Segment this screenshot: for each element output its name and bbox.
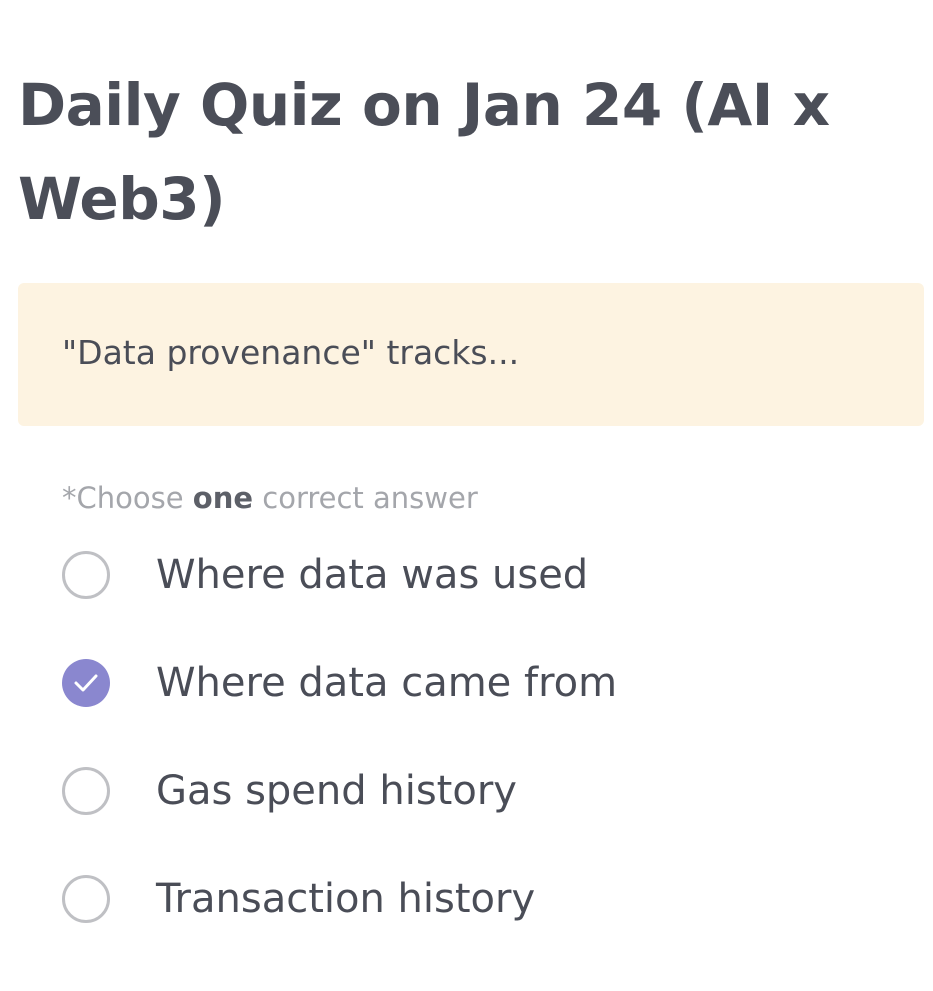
radio-checked-icon[interactable]: [62, 659, 110, 707]
answer-option-where-data-was-used[interactable]: Where data was used: [62, 546, 882, 606]
answer-option-transaction-history[interactable]: Transaction history: [62, 870, 882, 930]
answer-instruction: *Choose one correct answer: [62, 478, 478, 518]
answer-option-label: Where data was used: [156, 552, 589, 598]
answer-option-where-data-came-from[interactable]: Where data came from: [62, 654, 882, 714]
checkmark-icon: [74, 674, 98, 692]
instruction-prefix: *Choose: [62, 481, 193, 515]
answer-option-gas-spend-history[interactable]: Gas spend history: [62, 762, 882, 822]
radio-unchecked-icon[interactable]: [62, 767, 110, 815]
question-card: "Data provenance" tracks...: [18, 283, 924, 426]
answer-option-label: Transaction history: [156, 876, 536, 922]
radio-unchecked-icon[interactable]: [62, 875, 110, 923]
answer-option-label: Gas spend history: [156, 768, 517, 814]
quiz-title: Daily Quiz on Jan 24 (AI x Web3): [18, 71, 830, 233]
instruction-suffix: correct answer: [253, 481, 478, 515]
instruction-emphasis: one: [192, 481, 254, 515]
question-text: "Data provenance" tracks...: [62, 333, 520, 372]
radio-unchecked-icon[interactable]: [62, 551, 110, 599]
answer-option-label: Where data came from: [156, 660, 618, 706]
